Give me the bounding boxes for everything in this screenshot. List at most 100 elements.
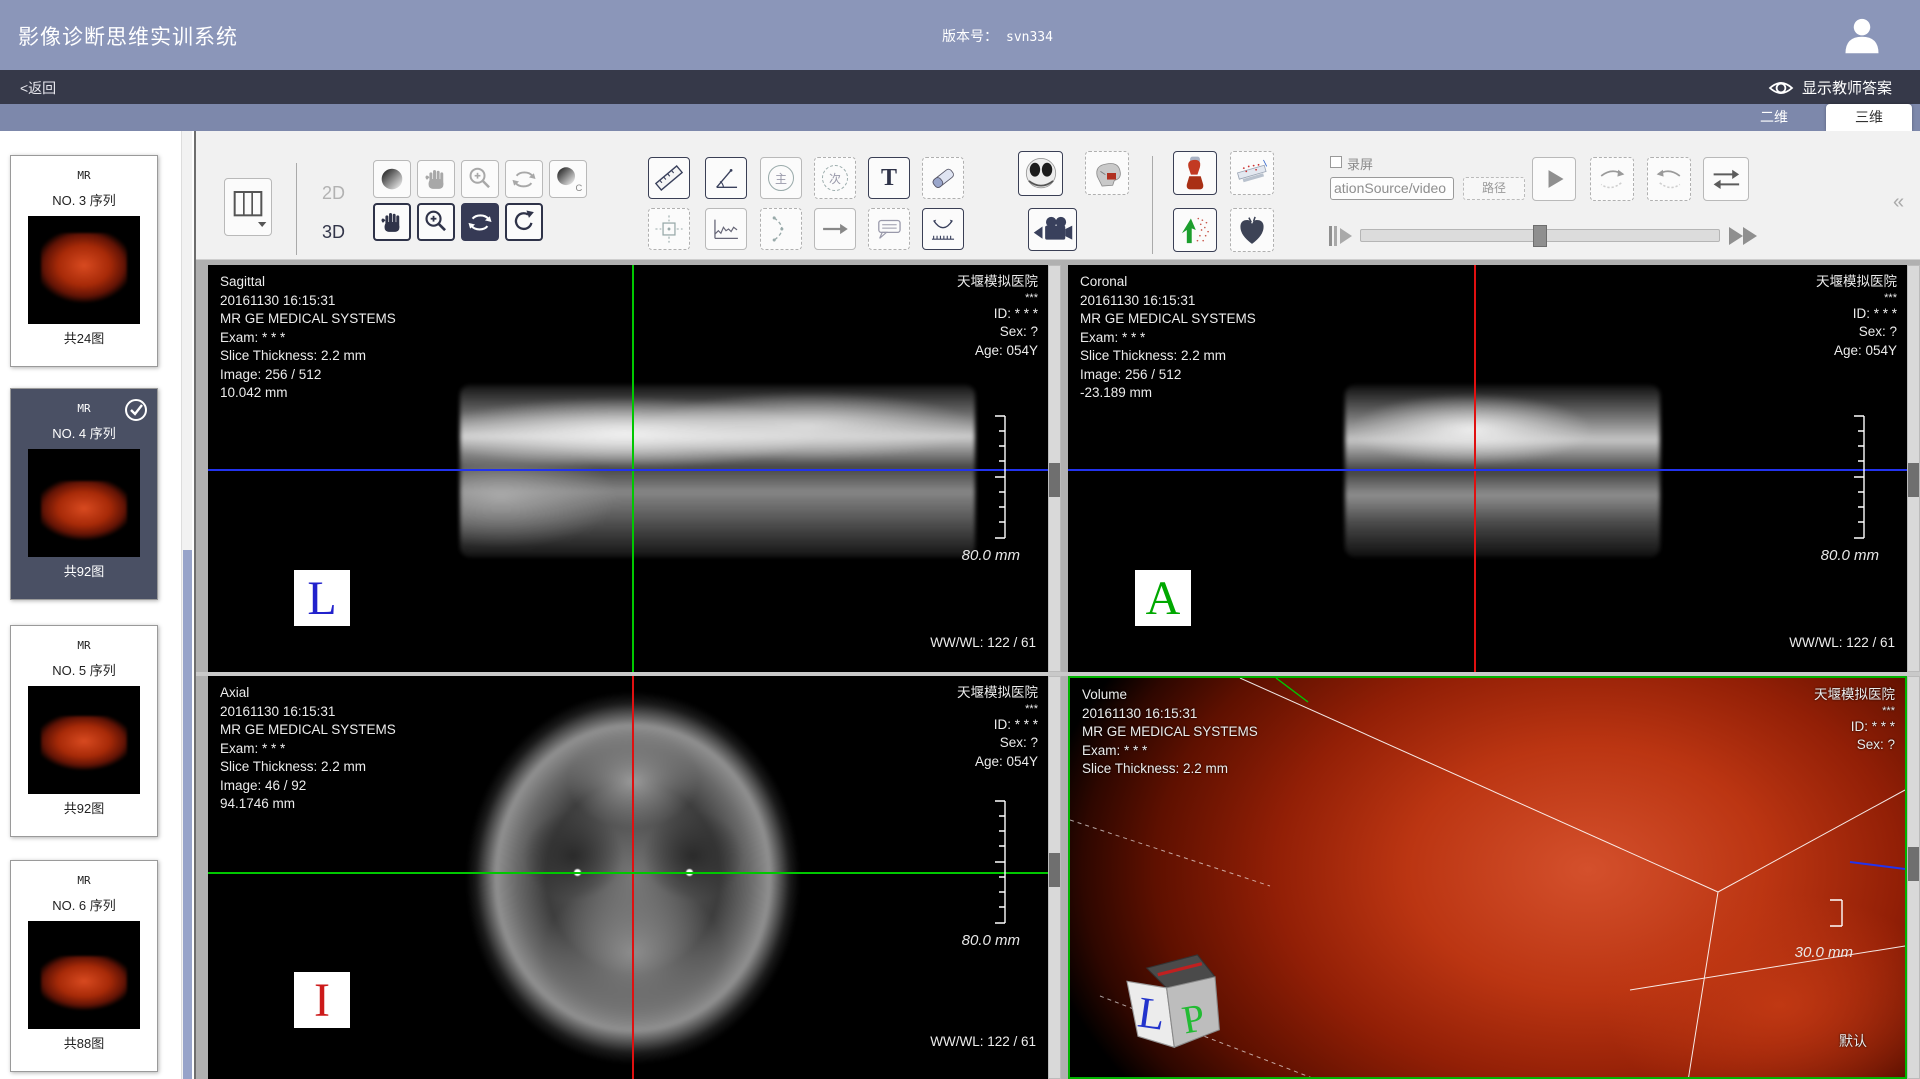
play-icon: [1539, 164, 1569, 194]
preset-heart-button[interactable]: [1230, 208, 1274, 252]
sagittal-slice-scrollbar[interactable]: [1048, 265, 1061, 672]
crosshair-vertical-red[interactable]: [632, 676, 634, 1079]
layout-button[interactable]: [224, 178, 272, 236]
tab-2d[interactable]: 二维: [1738, 104, 1810, 131]
loop-backward-button[interactable]: [1647, 157, 1691, 201]
viewport-axial[interactable]: Axial 20161130 16:15:31 MR GE MEDICAL SY…: [208, 676, 1048, 1079]
refresh-icon: [510, 208, 538, 236]
collapse-toolbar-icon[interactable]: «: [1893, 191, 1904, 214]
tool-curve-ruler[interactable]: [922, 208, 964, 250]
play-button[interactable]: [1532, 157, 1576, 201]
playback-slider-thumb[interactable]: [1533, 225, 1547, 247]
viewport-sagittal[interactable]: Sagittal 20161130 16:15:31 MR GE MEDICAL…: [208, 265, 1048, 672]
tool-arrow[interactable]: [814, 208, 856, 250]
series-card-4[interactable]: MR NO. 6 序列 共88图: [10, 860, 158, 1072]
series-thumbnail: [28, 686, 140, 794]
tool-spline-curve[interactable]: [760, 208, 802, 250]
crosshair-horizontal-blue[interactable]: [1068, 469, 1907, 471]
comment-icon: [872, 212, 906, 246]
tool-2d-zoom[interactable]: [461, 160, 499, 198]
swap-direction-button[interactable]: [1703, 157, 1749, 201]
preset-seed-grow-button[interactable]: [1173, 208, 1217, 252]
preset-table-button[interactable]: [1230, 151, 1274, 195]
dimension-tabstrip: 二维 三维: [0, 104, 1920, 131]
series-card-3[interactable]: MR NO. 5 序列 共92图: [10, 625, 158, 837]
tool-3d-rotate-active[interactable]: [461, 203, 499, 241]
record-screen-checkbox[interactable]: [1330, 156, 1342, 168]
axial-slice-thumb[interactable]: [1049, 853, 1060, 887]
tool-profile-curve[interactable]: [705, 208, 747, 250]
show-teacher-answer-button[interactable]: 显示教师答案: [1768, 77, 1892, 98]
crosshair-horizontal-green[interactable]: [208, 872, 1048, 874]
series-modality: MR: [11, 874, 157, 887]
preset-bone-button[interactable]: [1173, 151, 1217, 195]
tool-secondary-roi[interactable]: 次: [814, 157, 856, 199]
volume-scrollbar-thumb[interactable]: [1908, 847, 1919, 881]
volume-scrollbar[interactable]: [1907, 676, 1920, 1079]
coronal-overlay-right: 天堰模拟医院 *** ID: * * * Sex: ? Age: 054Y: [1816, 273, 1897, 360]
tool-2d-reset-window[interactable]: C: [549, 160, 587, 198]
tool-angle[interactable]: [705, 157, 747, 199]
preset-ct-slice-button[interactable]: [1018, 151, 1063, 196]
scale-ruler: [992, 415, 1008, 539]
tool-3d-reset-rotation[interactable]: [505, 203, 543, 241]
sagittal-slice-thumb[interactable]: [1049, 463, 1060, 497]
path-button[interactable]: 路径: [1463, 177, 1525, 200]
coronal-slice-thumb[interactable]: [1908, 463, 1919, 497]
video-path-input[interactable]: ationSource/video: [1330, 177, 1454, 200]
tool-ruler[interactable]: [648, 157, 690, 199]
back-button[interactable]: <返回: [20, 78, 56, 98]
export-video-button[interactable]: [1028, 208, 1077, 251]
volume-preset-label: 默认: [1839, 1031, 1867, 1051]
tool-2d-rotate[interactable]: [505, 160, 543, 198]
rotate-icon: [510, 165, 538, 193]
viewport-volume[interactable]: L P Volume 20161130 16:15:31 MR GE MEDIC…: [1068, 676, 1907, 1079]
loop-forward-button[interactable]: [1590, 157, 1634, 201]
spline-icon: [764, 212, 798, 246]
seed-grow-icon: [1177, 212, 1213, 248]
tool-3d-pan[interactable]: [373, 203, 411, 241]
label-2d: 2D: [322, 183, 345, 204]
sidebar-scrollbar[interactable]: [181, 131, 192, 1079]
series-name: NO. 3 序列: [11, 190, 157, 209]
loop-forward-icon: [1595, 162, 1629, 196]
tab-3d-active[interactable]: 三维: [1826, 104, 1912, 131]
tool-roi-box[interactable]: [648, 208, 690, 250]
series-thumbnail: [28, 216, 140, 324]
viewport-coronal[interactable]: Coronal 20161130 16:15:31 MR GE MEDICAL …: [1068, 265, 1907, 672]
eye-icon: [1768, 79, 1794, 97]
scale-ruler: [1851, 415, 1867, 539]
sagittal-overlay-right: 天堰模拟医院 *** ID: * * * Sex: ? Age: 054Y: [957, 273, 1038, 360]
sidebar-scrollbar-thumb[interactable]: [183, 550, 192, 1079]
tool-2d-window-level[interactable]: [373, 160, 411, 198]
scale-ruler: [992, 800, 1008, 924]
playback-slider[interactable]: [1360, 229, 1720, 242]
series-card-2-selected[interactable]: MR NO. 4 序列 共92图: [10, 388, 158, 600]
curve-ruler-icon: [926, 212, 960, 246]
tool-comment[interactable]: [868, 208, 910, 250]
viewport-grid: Sagittal 20161130 16:15:31 MR GE MEDICAL…: [196, 260, 1920, 1079]
version-info: 版本号：svn334: [942, 26, 1053, 46]
secondary-roi-icon: 次: [822, 165, 848, 191]
zoom-in-icon: [422, 208, 450, 236]
fast-forward-icon[interactable]: [1727, 223, 1763, 249]
tool-eraser[interactable]: [922, 157, 964, 199]
crosshair-horizontal-blue[interactable]: [208, 469, 1048, 471]
series-count: 共88图: [11, 1033, 157, 1052]
user-avatar-button[interactable]: [1840, 12, 1884, 56]
preset-skull-3d-button[interactable]: [1085, 151, 1129, 195]
tool-3d-zoom[interactable]: [417, 203, 455, 241]
frame-step-icon[interactable]: [1328, 223, 1356, 249]
skull-3d-icon: [1089, 155, 1125, 191]
tool-2d-pan[interactable]: [417, 160, 455, 198]
axial-slice-scrollbar[interactable]: [1048, 676, 1061, 1079]
app-title: 影像诊断思维实训系统: [18, 21, 238, 51]
series-card-1[interactable]: MR NO. 3 序列 共24图: [10, 155, 158, 367]
tool-text-annotation[interactable]: T: [868, 157, 910, 199]
orientation-letter-box: I: [294, 972, 350, 1028]
series-thumbnail: [28, 449, 140, 557]
tool-primary-roi[interactable]: 主: [760, 157, 802, 199]
histogram-icon: [709, 212, 743, 246]
axial-overlay-left: Axial 20161130 16:15:31 MR GE MEDICAL SY…: [220, 684, 396, 814]
coronal-slice-scrollbar[interactable]: [1907, 265, 1920, 672]
